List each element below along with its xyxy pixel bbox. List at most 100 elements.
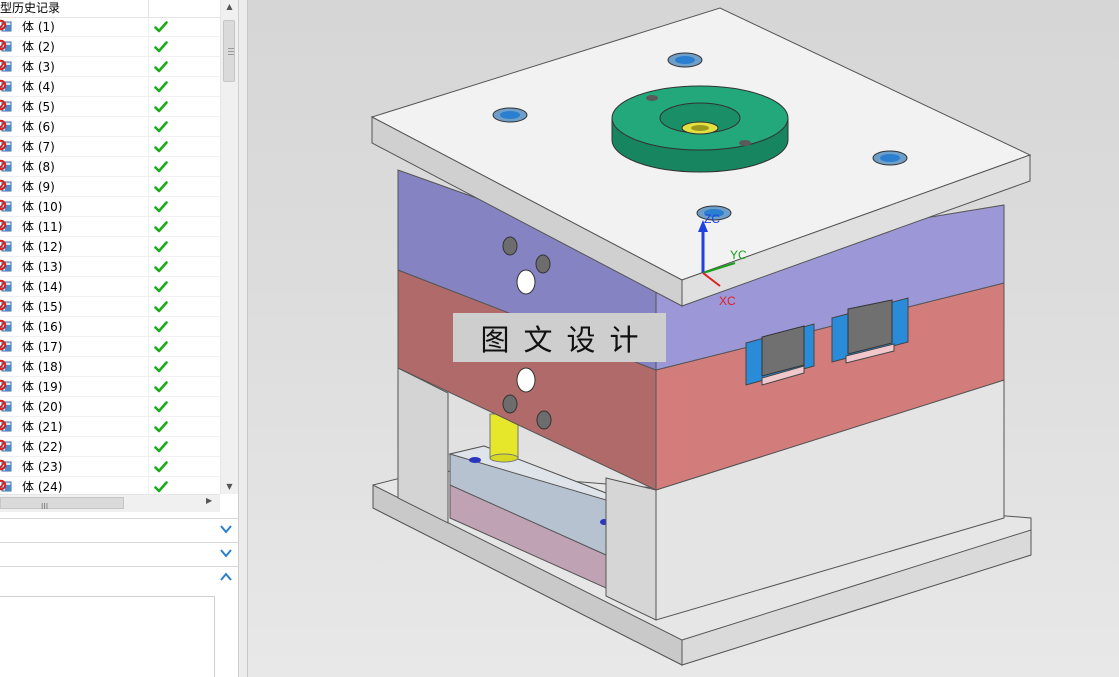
plate-hole bbox=[536, 410, 552, 430]
history-row[interactable]: 体 (11) bbox=[0, 217, 220, 237]
check-icon bbox=[154, 420, 168, 434]
column-divider[interactable] bbox=[148, 0, 149, 17]
history-row[interactable]: 体 (3) bbox=[0, 57, 220, 77]
check-icon bbox=[154, 400, 168, 414]
history-row[interactable]: 体 (12) bbox=[0, 237, 220, 257]
column-divider bbox=[148, 337, 149, 357]
check-icon bbox=[154, 120, 168, 134]
feature-label: 体 (9) bbox=[22, 180, 55, 194]
body-feature-icon bbox=[0, 239, 14, 255]
history-row[interactable]: 体 (13) bbox=[0, 257, 220, 277]
history-row[interactable]: 体 (16) bbox=[0, 317, 220, 337]
history-row[interactable]: 体 (1) bbox=[0, 17, 220, 37]
vertical-scrollbar[interactable]: ▲ ▼ bbox=[220, 0, 238, 494]
scroll-right-arrow-icon[interactable]: ▶ bbox=[206, 496, 212, 505]
column-divider bbox=[148, 277, 149, 297]
history-row[interactable]: 体 (9) bbox=[0, 177, 220, 197]
column-divider bbox=[148, 457, 149, 477]
history-row[interactable]: 体 (18) bbox=[0, 357, 220, 377]
feature-label: 体 (22) bbox=[22, 440, 63, 454]
chevron-down-icon[interactable] bbox=[218, 522, 234, 536]
watermark-text: 图文设计 bbox=[480, 322, 653, 357]
column-divider bbox=[148, 237, 149, 257]
history-row[interactable]: 体 (5) bbox=[0, 97, 220, 117]
history-row[interactable]: 体 (2) bbox=[0, 37, 220, 57]
scroll-up-arrow-icon[interactable]: ▲ bbox=[221, 0, 238, 14]
chevron-up-icon[interactable] bbox=[218, 570, 234, 584]
check-icon bbox=[154, 480, 168, 494]
right-spacer-front[interactable] bbox=[605, 477, 657, 621]
feature-label: 体 (6) bbox=[22, 120, 55, 134]
column-divider bbox=[148, 437, 149, 457]
history-row[interactable]: 体 (22) bbox=[0, 437, 220, 457]
feature-label: 体 (5) bbox=[22, 100, 55, 114]
column-divider bbox=[148, 97, 149, 117]
screw-icon bbox=[872, 150, 908, 166]
column-divider bbox=[148, 397, 149, 417]
history-row[interactable]: 体 (20) bbox=[0, 397, 220, 417]
history-row[interactable]: 体 (8) bbox=[0, 157, 220, 177]
history-row[interactable]: 体 (14) bbox=[0, 277, 220, 297]
body-feature-icon bbox=[0, 99, 14, 115]
feature-label: 体 (15) bbox=[22, 300, 63, 314]
feature-label: 体 (21) bbox=[22, 420, 63, 434]
feature-label: 体 (10) bbox=[22, 200, 63, 214]
column-divider bbox=[148, 257, 149, 277]
horizontal-scrollbar[interactable]: III ▶ bbox=[0, 494, 220, 512]
history-row[interactable]: 体 (21) bbox=[0, 417, 220, 437]
navigator-header[interactable]: 型历史记录 bbox=[0, 0, 220, 18]
history-row[interactable]: 体 (17) bbox=[0, 337, 220, 357]
history-row[interactable]: 体 (19) bbox=[0, 377, 220, 397]
history-row[interactable]: 体 (6) bbox=[0, 117, 220, 137]
body-feature-icon bbox=[0, 79, 14, 95]
column-header-name[interactable]: 型历史记录 bbox=[0, 0, 60, 16]
check-icon bbox=[154, 360, 168, 374]
feature-label: 体 (20) bbox=[22, 400, 63, 414]
locating-ring[interactable] bbox=[611, 85, 789, 173]
body-feature-icon bbox=[0, 319, 14, 335]
details-section[interactable] bbox=[0, 542, 238, 565]
scroll-down-arrow-icon[interactable]: ▼ bbox=[221, 480, 238, 494]
body-feature-icon bbox=[0, 219, 14, 235]
feature-label: 体 (19) bbox=[22, 380, 63, 394]
check-icon bbox=[154, 100, 168, 114]
preview-section[interactable] bbox=[0, 566, 238, 589]
feature-label: 体 (14) bbox=[22, 280, 63, 294]
body-feature-icon bbox=[0, 59, 14, 75]
column-divider bbox=[148, 117, 149, 137]
column-divider bbox=[148, 57, 149, 77]
plate-hole bbox=[516, 367, 536, 393]
body-feature-icon bbox=[0, 19, 14, 35]
feature-label: 体 (2) bbox=[22, 40, 55, 54]
column-divider bbox=[148, 17, 149, 37]
check-icon bbox=[154, 180, 168, 194]
history-row[interactable]: 体 (7) bbox=[0, 137, 220, 157]
horizontal-scroll-thumb[interactable]: III bbox=[0, 497, 124, 511]
mold-assembly-model[interactable]: ZC YC XC bbox=[248, 0, 1119, 677]
history-row[interactable]: 体 (15) bbox=[0, 297, 220, 317]
history-row[interactable]: 体 (23) bbox=[0, 457, 220, 477]
graphics-viewport[interactable]: ZC YC XC 图文设计 bbox=[248, 0, 1119, 677]
column-divider bbox=[148, 297, 149, 317]
feature-label: 体 (1) bbox=[22, 20, 55, 34]
body-feature-icon bbox=[0, 39, 14, 55]
left-spacer-block[interactable] bbox=[397, 367, 449, 524]
chevron-down-icon[interactable] bbox=[218, 546, 234, 560]
dependencies-section[interactable] bbox=[0, 518, 238, 541]
grip-line bbox=[228, 48, 234, 49]
vertical-scroll-thumb[interactable] bbox=[223, 20, 235, 82]
panel-splitter[interactable] bbox=[238, 0, 248, 677]
column-divider bbox=[148, 197, 149, 217]
history-row[interactable]: 体 (10) bbox=[0, 197, 220, 217]
plate-hole bbox=[535, 254, 551, 274]
feature-label: 体 (4) bbox=[22, 80, 55, 94]
body-feature-icon bbox=[0, 259, 14, 275]
check-icon bbox=[154, 460, 168, 474]
plate-hole bbox=[502, 236, 518, 256]
plate-hole bbox=[502, 394, 518, 414]
history-list: 体 (1) 体 (2) 体 (3) 体 (4) 体 (5) 体 (6) 体 (7) 体 (8)… bbox=[0, 17, 220, 497]
check-icon bbox=[154, 260, 168, 274]
grip-line bbox=[228, 51, 234, 52]
history-row[interactable]: 体 (4) bbox=[0, 77, 220, 97]
body-feature-icon bbox=[0, 179, 14, 195]
